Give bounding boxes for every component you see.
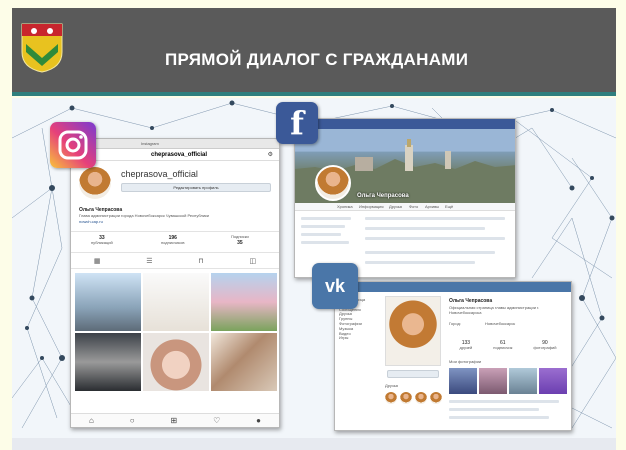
friend-avatar[interactable] bbox=[415, 392, 427, 404]
content-line bbox=[449, 400, 559, 403]
facebook-tabs: Хроника Информация Друзья Фото Архивы Ещ… bbox=[295, 203, 515, 211]
content-line bbox=[449, 408, 539, 411]
coat-of-arms-icon bbox=[21, 23, 63, 73]
vk-friends-label: Друзья bbox=[385, 383, 398, 388]
vk-topbar bbox=[335, 282, 571, 292]
friend-avatar[interactable] bbox=[400, 392, 412, 404]
content-line bbox=[365, 261, 475, 264]
content-line bbox=[365, 237, 505, 240]
saved-icon[interactable]: ⊓ bbox=[198, 257, 203, 268]
content-line bbox=[365, 251, 495, 254]
grid-view-icon[interactable]: ▦ bbox=[94, 257, 101, 268]
vk-stats: 133 друзей 61 подписчик 90 фотографий bbox=[449, 340, 567, 351]
instagram-header: chеprasova_official ⚙ bbox=[71, 149, 279, 161]
vk-name: Ольга Чепрасова bbox=[449, 298, 493, 304]
photo-tile[interactable] bbox=[75, 273, 141, 331]
photo-tile[interactable] bbox=[509, 368, 537, 394]
content-line bbox=[365, 217, 505, 220]
facebook-name: Ольга Чепрасова bbox=[357, 193, 409, 199]
photo-tile[interactable] bbox=[75, 333, 141, 391]
content-line bbox=[301, 233, 341, 236]
tagged-icon[interactable]: ◫ bbox=[250, 257, 257, 268]
vk-friends-avatars bbox=[385, 392, 442, 404]
facebook-profile-window: Ольга Чепрасова Хроника Информация Друзь… bbox=[294, 118, 516, 278]
window-titlebar: Instagram bbox=[71, 139, 279, 149]
friend-avatar[interactable] bbox=[385, 392, 397, 404]
vk-icon: vk bbox=[312, 263, 358, 309]
profile-icon[interactable]: ● bbox=[256, 416, 261, 425]
settings-icon[interactable]: ⚙ bbox=[268, 151, 273, 158]
friend-avatar[interactable] bbox=[430, 392, 442, 404]
photo-tile[interactable] bbox=[143, 333, 209, 391]
tab-about[interactable]: Информация bbox=[359, 204, 384, 210]
vk-avatar[interactable] bbox=[385, 296, 441, 366]
vk-photo-strip bbox=[449, 368, 567, 394]
instagram-glyph bbox=[58, 130, 88, 160]
photo-tile[interactable] bbox=[143, 273, 209, 331]
instagram-bio: Глава администрации города Новочебоксарс… bbox=[79, 213, 210, 218]
vk-city-label: Город: bbox=[449, 321, 461, 326]
footer-strip bbox=[12, 438, 616, 450]
search-icon[interactable]: ○ bbox=[130, 416, 135, 425]
vk-photos-label: Мои фотографии bbox=[449, 359, 482, 364]
instagram-profile-window: Instagram chеprasova_official ⚙ chеpraso… bbox=[70, 138, 280, 428]
content-line bbox=[301, 225, 345, 228]
vk-status: Официальная страница главы администрации… bbox=[449, 305, 540, 315]
stat-posts: 33 публикаций bbox=[91, 235, 113, 245]
vk-city-value: Новочебоксарск bbox=[485, 321, 516, 326]
instagram-photo-grid bbox=[75, 273, 277, 391]
stat-photos[interactable]: 90 фотографий bbox=[533, 340, 556, 351]
tab-photos[interactable]: Фото bbox=[409, 204, 418, 210]
tab-archives[interactable]: Архивы bbox=[425, 204, 439, 210]
content-line bbox=[365, 227, 485, 230]
stat-following: Подписки 35 bbox=[231, 234, 249, 246]
instagram-bottom-nav: ⌂ ○ ⊞ ♡ ● bbox=[71, 413, 279, 427]
menu-item[interactable]: Игры bbox=[339, 336, 379, 341]
photo-tile[interactable] bbox=[539, 368, 567, 394]
slide-page: ПРЯМОЙ ДИАЛОГ С ГРАЖДАНАМИ Instagram chе… bbox=[0, 0, 626, 450]
add-icon[interactable]: ⊞ bbox=[170, 416, 177, 425]
edit-profile-button[interactable]: Редактировать профиль bbox=[121, 183, 271, 192]
content-line bbox=[301, 241, 349, 244]
tab-timeline[interactable]: Хроника bbox=[337, 204, 353, 210]
vk-edit-button[interactable] bbox=[387, 370, 439, 378]
instagram-icon bbox=[50, 122, 96, 168]
photo-tile[interactable] bbox=[211, 333, 277, 391]
photo-tile[interactable] bbox=[211, 273, 277, 331]
facebook-icon: f bbox=[276, 102, 318, 144]
tab-friends[interactable]: Друзья bbox=[389, 204, 402, 210]
instagram-view-tabs: ▦ ☰ ⊓ ◫ bbox=[71, 257, 279, 269]
facebook-avatar[interactable] bbox=[315, 165, 351, 201]
stat-friends[interactable]: 133 друзей bbox=[460, 340, 473, 351]
content-line bbox=[449, 416, 549, 419]
list-view-icon[interactable]: ☰ bbox=[146, 257, 152, 268]
tab-more[interactable]: Ещё bbox=[445, 204, 453, 210]
content-line bbox=[301, 217, 351, 220]
page-title: ПРЯМОЙ ДИАЛОГ С ГРАЖДАНАМИ bbox=[165, 50, 469, 69]
facebook-topbar bbox=[295, 119, 515, 129]
header-bar: ПРЯМОЙ ДИАЛОГ С ГРАЖДАНАМИ bbox=[12, 8, 616, 96]
photo-tile[interactable] bbox=[479, 368, 507, 394]
heart-icon[interactable]: ♡ bbox=[213, 416, 220, 425]
stat-followers: 196 подписчиков bbox=[161, 235, 185, 245]
instagram-username-title: chеprasova_official bbox=[151, 152, 208, 158]
instagram-profile-username: chеprasova_official bbox=[121, 169, 198, 179]
social-collage: Instagram chеprasova_official ⚙ chеpraso… bbox=[12, 98, 616, 438]
instagram-avatar[interactable] bbox=[79, 167, 111, 199]
photo-tile[interactable] bbox=[449, 368, 477, 394]
vk-profile-window: Моя страница Новости Сообщения Друзья Гр… bbox=[334, 281, 572, 431]
instagram-link[interactable]: nowch.cap.ru bbox=[79, 219, 103, 225]
stat-subscribers[interactable]: 61 подписчик bbox=[493, 340, 512, 351]
instagram-stats: 33 публикаций 196 подписчиков Подписки 3… bbox=[71, 231, 279, 253]
home-icon[interactable]: ⌂ bbox=[89, 416, 94, 425]
